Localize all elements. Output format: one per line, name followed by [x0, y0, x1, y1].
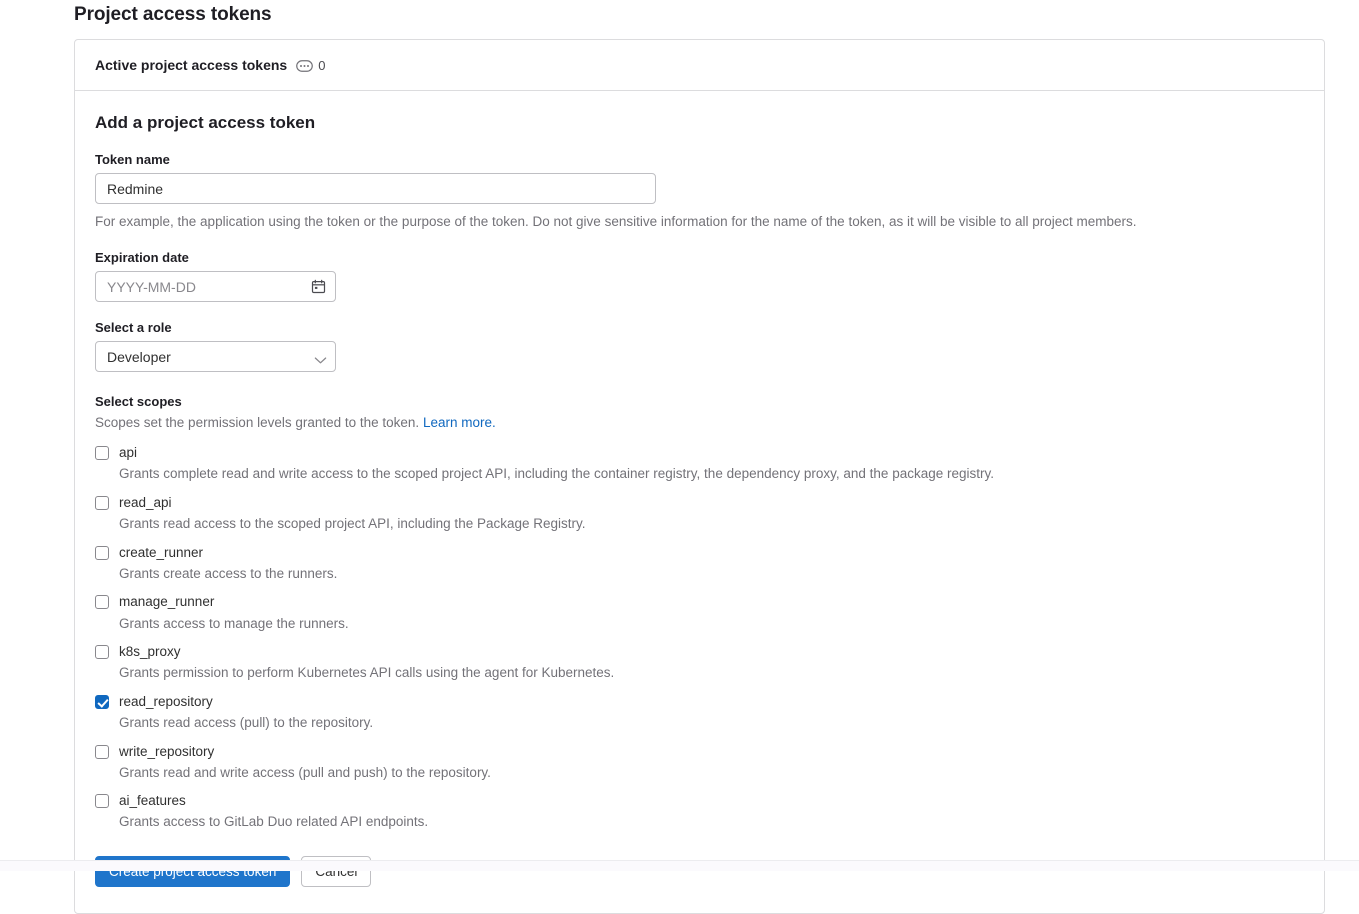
scope-item-read-api: read_api Grants read access to the scope… — [95, 493, 1304, 534]
scope-item-create-runner: create_runner Grants create access to th… — [95, 543, 1304, 584]
scope-desc-api: Grants complete read and write access to… — [119, 466, 994, 482]
scope-checkbox-manage-runner[interactable] — [95, 595, 109, 610]
add-token-heading: Add a project access token — [95, 113, 316, 132]
scope-checkbox-write-repository[interactable] — [95, 744, 109, 759]
expiration-date-input[interactable] — [95, 271, 336, 303]
access-tokens-card: Active project access tokens 0 Add a pro… — [74, 39, 1325, 914]
scope-name-api: api — [119, 445, 138, 461]
scope-desc-ai-features: Grants access to GitLab Duo related API … — [119, 814, 429, 830]
scope-item-k8s-proxy: k8s_proxy Grants permission to perform K… — [95, 642, 1304, 683]
role-label: Select a role — [95, 320, 172, 336]
scope-item-write-repository: write_repository Grants read and write a… — [95, 742, 1304, 783]
scope-desc-write-repository: Grants read and write access (pull and p… — [119, 764, 491, 780]
scope-desc-manage-runner: Grants access to manage the runners. — [119, 615, 349, 631]
scopes-section: Select scopes Scopes set the permission … — [95, 394, 1304, 430]
active-tokens-title: Active project access tokens — [95, 57, 288, 73]
active-tokens-badge: 0 — [296, 58, 325, 73]
scope-item-read-repository: read_repository Grants read access (pull… — [95, 692, 1304, 733]
page-title: Project access tokens — [74, 4, 272, 25]
scopes-label: Select scopes — [95, 394, 182, 410]
scope-item-api: api Grants complete read and write acces… — [95, 443, 1304, 484]
scope-checkbox-read-repository[interactable] — [95, 694, 109, 709]
token-name-label: Token name — [95, 152, 170, 167]
scope-list: api Grants complete read and write acces… — [95, 443, 1304, 832]
scope-desc-read-repository: Grants read access (pull) to the reposit… — [119, 715, 374, 730]
scope-name-manage-runner: manage_runner — [119, 594, 215, 610]
scope-item-ai-features: ai_features Grants access to GitLab Duo … — [95, 791, 1304, 832]
scope-desc-read-api: Grants read access to the scoped project… — [119, 516, 586, 532]
role-field: Select a role Developer — [95, 320, 1304, 373]
scope-name-ai-features: ai_features — [119, 793, 186, 809]
scope-name-k8s-proxy: k8s_proxy — [119, 644, 181, 660]
scope-checkbox-k8s-proxy[interactable] — [95, 645, 109, 660]
active-tokens-count: 0 — [318, 57, 326, 73]
card-header: Active project access tokens 0 — [75, 40, 1324, 91]
scope-checkbox-ai-features[interactable] — [95, 794, 109, 809]
scopes-learn-more-link[interactable]: Learn more. — [423, 415, 496, 430]
scope-checkbox-api[interactable] — [95, 446, 109, 461]
scope-name-read-repository: read_repository — [119, 693, 213, 709]
add-token-form: Add a project access token Token name Fo… — [75, 91, 1324, 913]
scope-name-write-repository: write_repository — [119, 743, 215, 759]
scope-checkbox-create-runner[interactable] — [95, 545, 109, 560]
token-name-help: For example, the application using the t… — [95, 214, 1137, 229]
page-footer-strip — [0, 860, 1359, 871]
role-select[interactable]: Developer — [95, 341, 336, 373]
expiration-date-field: Expiration date — [95, 250, 1304, 303]
scope-checkbox-read-api[interactable] — [95, 495, 109, 510]
token-badge-icon — [296, 59, 314, 72]
scopes-description: Scopes set the permission levels granted… — [95, 415, 420, 431]
token-name-input[interactable] — [95, 173, 656, 204]
scope-name-read-api: read_api — [119, 494, 172, 510]
scope-item-manage-runner: manage_runner Grants access to manage th… — [95, 592, 1304, 633]
scope-desc-create-runner: Grants create access to the runners. — [119, 565, 338, 581]
token-name-field: Token name For example, the application … — [95, 152, 1304, 232]
expiration-date-label: Expiration date — [95, 250, 189, 266]
scope-name-create-runner: create_runner — [119, 544, 204, 560]
scopes-description-row: Scopes set the permission levels granted… — [95, 415, 1304, 430]
scope-desc-k8s-proxy: Grants permission to perform Kubernetes … — [119, 665, 615, 681]
